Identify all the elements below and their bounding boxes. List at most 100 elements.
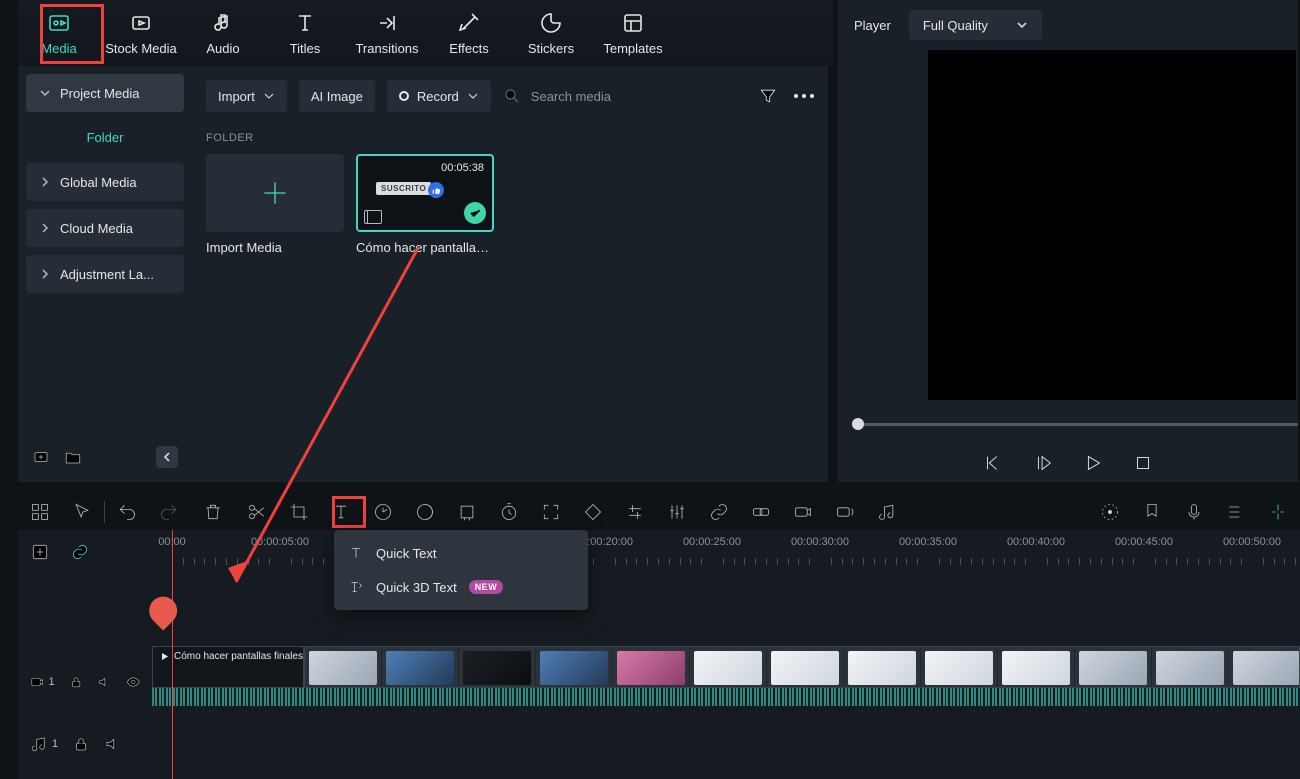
audio-waveform[interactable] (152, 688, 1300, 706)
cursor-tool-icon[interactable] (72, 502, 92, 522)
group-icon[interactable] (751, 502, 771, 522)
sidebar-adjustment-layer[interactable]: Adjustment La... (26, 255, 184, 293)
media-icon (47, 11, 71, 35)
nav-tab-audio[interactable]: Audio (182, 0, 264, 66)
import-label: Import (218, 89, 255, 104)
nav-tab-transitions[interactable]: Transitions (346, 0, 428, 66)
thumbnail-text: SUSCRITO (376, 182, 431, 195)
chevron-left-icon (162, 452, 172, 462)
sidebar-label: Adjustment La... (60, 267, 154, 282)
chevron-right-icon (40, 177, 50, 187)
keyframe-icon[interactable] (583, 502, 603, 522)
ruler-tick: 00:00:25:00 (683, 536, 741, 548)
play-button[interactable] (1082, 452, 1104, 474)
text-tool-dropdown: Quick Text Quick 3D Text NEW (334, 530, 588, 610)
voiceover-icon[interactable] (835, 502, 855, 522)
stop-button[interactable] (1132, 452, 1154, 474)
dropdown-quick-text[interactable]: Quick Text (334, 536, 588, 570)
delete-icon[interactable] (203, 502, 223, 522)
split-icon[interactable] (247, 502, 267, 522)
prev-frame-button[interactable] (982, 452, 1004, 474)
sidebar-cloud-media[interactable]: Cloud Media (26, 209, 184, 247)
import-button[interactable]: Import (206, 80, 287, 112)
quality-dropdown[interactable]: Full Quality (909, 10, 1042, 40)
adjust-icon[interactable] (625, 502, 645, 522)
dropdown-label: Quick Text (376, 546, 436, 561)
mute-icon[interactable] (97, 673, 111, 691)
new-bin-icon[interactable] (32, 448, 50, 466)
sidebar-global-media[interactable]: Global Media (26, 163, 184, 201)
clip-title-label: Cómo hacer pantallas finales (159, 651, 303, 662)
color-icon[interactable] (415, 502, 435, 522)
tile-label: Cómo hacer pantallas ... (356, 240, 494, 255)
crop-zoom-icon[interactable] (457, 502, 477, 522)
collapse-sidebar-button[interactable] (156, 446, 178, 468)
crop-icon[interactable] (289, 502, 309, 522)
ruler-tick: 00:00:45:00 (1115, 536, 1173, 548)
music-icon[interactable] (877, 502, 897, 522)
search-placeholder: Search media (531, 89, 611, 104)
folder-link[interactable]: Folder (26, 120, 184, 155)
nav-tab-label: Titles (290, 41, 321, 56)
new-folder-icon[interactable] (64, 448, 82, 466)
video-track-header: 1 (18, 654, 152, 710)
quality-value: Full Quality (923, 18, 988, 33)
new-badge: NEW (469, 580, 504, 594)
speed-icon[interactable] (373, 502, 393, 522)
audio-icon (211, 11, 235, 35)
playhead-handle[interactable] (143, 591, 183, 631)
nav-tab-stock-media[interactable]: Stock Media (100, 0, 182, 66)
audio-track-header: 1 (18, 716, 152, 772)
link-tracks-icon[interactable] (70, 542, 90, 562)
mute-icon[interactable] (104, 735, 122, 753)
filter-icon[interactable] (758, 86, 778, 106)
ai-image-button[interactable]: AI Image (299, 80, 375, 112)
add-track-icon[interactable] (30, 542, 50, 562)
nav-tab-templates[interactable]: Templates (592, 0, 674, 66)
snap-icon[interactable] (1268, 502, 1288, 522)
undo-icon[interactable] (117, 502, 137, 522)
render-icon[interactable] (793, 502, 813, 522)
ruler-tick: 00:00:05:00 (251, 536, 309, 548)
record-button[interactable]: Record (387, 80, 491, 112)
list-icon[interactable] (1226, 502, 1246, 522)
stock-media-icon (129, 11, 153, 35)
mic-icon[interactable] (1184, 502, 1204, 522)
media-clip-tile[interactable]: 00:05:38 SUSCRITO Cómo hacer pantallas .… (356, 154, 494, 255)
nav-tab-label: Stickers (528, 41, 574, 56)
scrub-track (858, 423, 1298, 426)
nav-tab-titles[interactable]: Titles (264, 0, 346, 66)
text-tool-icon[interactable] (331, 502, 351, 522)
more-options-button[interactable] (794, 94, 814, 98)
audio-track-icon (30, 735, 48, 753)
chevron-down-icon (40, 88, 50, 98)
nav-tab-label: Audio (206, 41, 239, 56)
link-icon[interactable] (709, 502, 729, 522)
nav-tab-effects[interactable]: Effects (428, 0, 510, 66)
sidebar-project-media[interactable]: Project Media (26, 74, 184, 112)
playhead[interactable] (172, 530, 173, 779)
search-input[interactable]: Search media (503, 87, 746, 105)
import-media-tile[interactable]: Import Media (206, 154, 344, 255)
fit-icon[interactable] (541, 502, 561, 522)
mixer-icon[interactable] (1100, 502, 1120, 522)
visibility-icon[interactable] (126, 673, 140, 691)
lock-icon[interactable] (69, 673, 83, 691)
redo-icon[interactable] (159, 502, 179, 522)
scrub-bar[interactable] (852, 416, 1298, 432)
ruler-tick: 00:00:50:00 (1223, 536, 1281, 548)
play-pause-button[interactable] (1032, 452, 1054, 474)
layout-icon[interactable] (30, 502, 50, 522)
nav-tab-media[interactable]: Media (18, 0, 100, 66)
marker-icon[interactable] (1142, 502, 1162, 522)
preview-viewport[interactable] (928, 50, 1296, 400)
audio-mixer-icon[interactable] (667, 502, 687, 522)
time-ruler[interactable]: 00:0000:00:05:0000:00:10:0000:00:15:0000… (152, 536, 1300, 572)
effects-icon (457, 11, 481, 35)
lock-icon[interactable] (72, 735, 90, 753)
nav-tab-stickers[interactable]: Stickers (510, 0, 592, 66)
duration-icon[interactable] (499, 502, 519, 522)
scrub-handle[interactable] (852, 418, 864, 430)
video-track-icon (30, 673, 44, 691)
dropdown-quick-3d-text[interactable]: Quick 3D Text NEW (334, 570, 588, 604)
